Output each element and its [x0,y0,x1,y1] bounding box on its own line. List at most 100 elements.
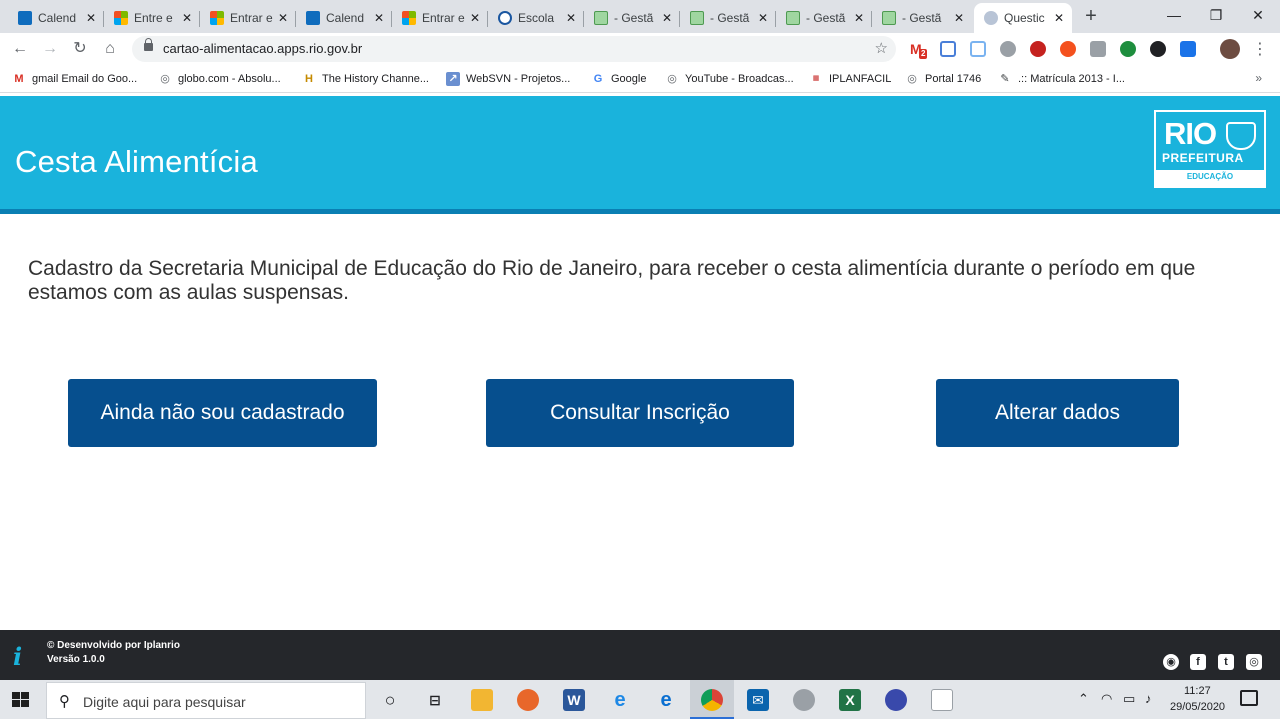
bookmark-star-icon[interactable]: ☆ [875,39,888,57]
excel-icon[interactable]: X [839,689,861,711]
grid-extension-icon[interactable] [940,41,956,57]
browser-tab[interactable]: Entrar e ✕ [392,3,488,33]
bookmark-item[interactable]: ▦ IPLANFACIL [809,71,892,87]
profile-avatar[interactable] [1220,39,1240,59]
website-icon[interactable]: ◉ [1163,654,1179,670]
file-explorer-icon[interactable] [471,689,493,711]
layout-extension-icon[interactable] [970,41,986,57]
media-extension-icon[interactable] [1030,41,1046,57]
taskbar-time[interactable]: 11:27 [1184,685,1211,697]
bookmark-label: WebSVN - Projetos... [466,73,571,85]
windows-start-icon[interactable] [12,692,30,708]
search-extension-icon[interactable] [1180,41,1196,57]
reload-icon[interactable]: ↻ [68,37,92,61]
browser-tab[interactable]: Entrar e ✕ [200,3,296,33]
word-icon[interactable]: W [563,689,585,711]
close-tab-icon[interactable]: ✕ [276,11,290,25]
websvn-icon: ↗ [446,72,460,86]
internet-explorer-icon[interactable]: e [609,689,631,711]
iplan-icon: ▦ [812,75,820,82]
home-icon[interactable]: ⌂ [98,37,122,61]
globe-icon: ◎ [160,73,170,85]
cortana-icon[interactable]: ○ [379,689,401,711]
close-tab-icon[interactable]: ✕ [372,11,386,25]
chrome-icon[interactable] [701,689,723,711]
browser-tab[interactable]: - Gestã ✕ [584,3,680,33]
bookmark-item[interactable]: ◎ globo.com - Absolu... [158,71,281,87]
close-tab-icon[interactable]: ✕ [952,11,966,25]
bookmark-item[interactable]: ↗ WebSVN - Projetos... [446,71,570,87]
browser-tab[interactable]: - Gestã ✕ [776,3,872,33]
address-bar[interactable]: cartao-alimentacao.apps.rio.gov.br ☆ [132,36,896,62]
instagram-icon[interactable]: ◎ [1246,654,1262,670]
battery-icon[interactable]: ▭ [1123,691,1135,707]
task-view-icon[interactable]: ⊟ [424,689,446,711]
taskbar-date[interactable]: 29/05/2020 [1170,701,1225,713]
bookmark-item[interactable]: G Google [591,71,647,87]
mail-icon[interactable]: ✉ [747,689,769,711]
close-tab-icon[interactable]: ✕ [180,11,194,25]
close-tab-icon[interactable]: ✕ [852,11,866,25]
browser-toolbar: ← → ↻ ⌂ cartao-alimentacao.apps.rio.gov.… [0,33,1280,65]
tab-title: - Gestã [806,11,846,25]
browser-tab[interactable]: - Gestã ✕ [680,3,776,33]
green-extension-icon[interactable] [1120,41,1136,57]
check-registration-button[interactable]: Consultar Inscrição [486,379,794,447]
close-tab-icon[interactable]: ✕ [84,11,98,25]
edge-icon[interactable]: e [655,689,677,711]
browser-tab[interactable]: Calend ✕ [296,3,392,33]
page-footer: i © Desenvolvido por Iplanrio Versão 1.0… [0,630,1280,680]
heart-extension-icon[interactable] [1150,41,1166,57]
bookmark-item[interactable]: ✎ .:: Matrícula 2013 - I... [998,71,1125,87]
wifi-icon[interactable]: ◠ [1101,691,1112,707]
puzzle-extension-icon[interactable] [1000,41,1016,57]
close-tab-icon[interactable]: ✕ [468,11,482,25]
notification-icon[interactable] [1240,690,1258,706]
bookmark-item[interactable]: M gmail Email do Goo... [12,71,137,87]
chevron-up-icon[interactable]: ⌃ [1078,691,1089,707]
edit-data-button[interactable]: Alterar dados [936,379,1179,447]
tab-title: - Gestã [710,11,750,25]
document-app-icon[interactable] [931,689,953,711]
close-tab-icon[interactable]: ✕ [1052,11,1066,25]
app-icon[interactable] [793,689,815,711]
bookmark-label: .:: Matrícula 2013 - I... [1018,73,1125,85]
close-window-icon[interactable]: ✕ [1236,2,1280,28]
bookmark-label: Portal 1746 [925,73,982,85]
browser-tab[interactable]: Calend ✕ [8,3,104,33]
google-icon: G [593,73,603,85]
firefox-icon[interactable] [517,689,539,711]
address-url[interactable]: cartao-alimentacao.apps.rio.gov.br [163,41,362,56]
minimize-icon[interactable]: — [1152,2,1196,28]
bookmark-item[interactable]: ◎ Portal 1746 [905,71,981,87]
tab-title: Questic [1004,11,1045,25]
lock-icon [144,38,153,51]
bookmark-item[interactable]: H The History Channe... [302,71,429,87]
new-tab-button[interactable]: + [1078,5,1104,29]
browser-tab[interactable]: Entre e ✕ [104,3,200,33]
forward-arrow-icon[interactable]: → [38,37,62,61]
rio-prefeitura-logo: RIO PREFEITURA EDUCAÇÃO [1154,110,1266,188]
gmail-extension-icon[interactable]: M2 [910,41,928,59]
close-tab-icon[interactable]: ✕ [564,11,578,25]
browser-tab-active[interactable]: Questic ✕ [974,3,1072,33]
taskbar-search[interactable]: ⚲ Digite aqui para pesquisar [46,682,366,719]
browser-tab[interactable]: Escola ✕ [488,3,584,33]
close-tab-icon[interactable]: ✕ [756,11,770,25]
twitter-icon[interactable]: t [1218,654,1234,670]
iplanrio-logo-icon: i [13,642,23,671]
play-extension-icon[interactable] [1060,41,1076,57]
restore-icon[interactable]: ❐ [1194,2,1238,28]
bookmark-item[interactable]: ◎ YouTube - Broadcas... [665,71,793,87]
flag-extension-icon[interactable] [1090,41,1106,57]
facebook-icon[interactable]: f [1190,654,1206,670]
browser-tab[interactable]: - Gestã ✕ [872,3,972,33]
kebab-menu-icon[interactable]: ⋮ [1252,39,1268,59]
microsoft-icon [114,11,128,25]
back-arrow-icon[interactable]: ← [8,37,32,61]
close-tab-icon[interactable]: ✕ [660,11,674,25]
media-app-icon[interactable] [885,689,907,711]
volume-icon[interactable]: ♪ [1145,691,1152,706]
bookmarks-overflow-icon[interactable]: » [1255,71,1262,85]
not-registered-button[interactable]: Ainda não sou cadastrado [68,379,377,447]
